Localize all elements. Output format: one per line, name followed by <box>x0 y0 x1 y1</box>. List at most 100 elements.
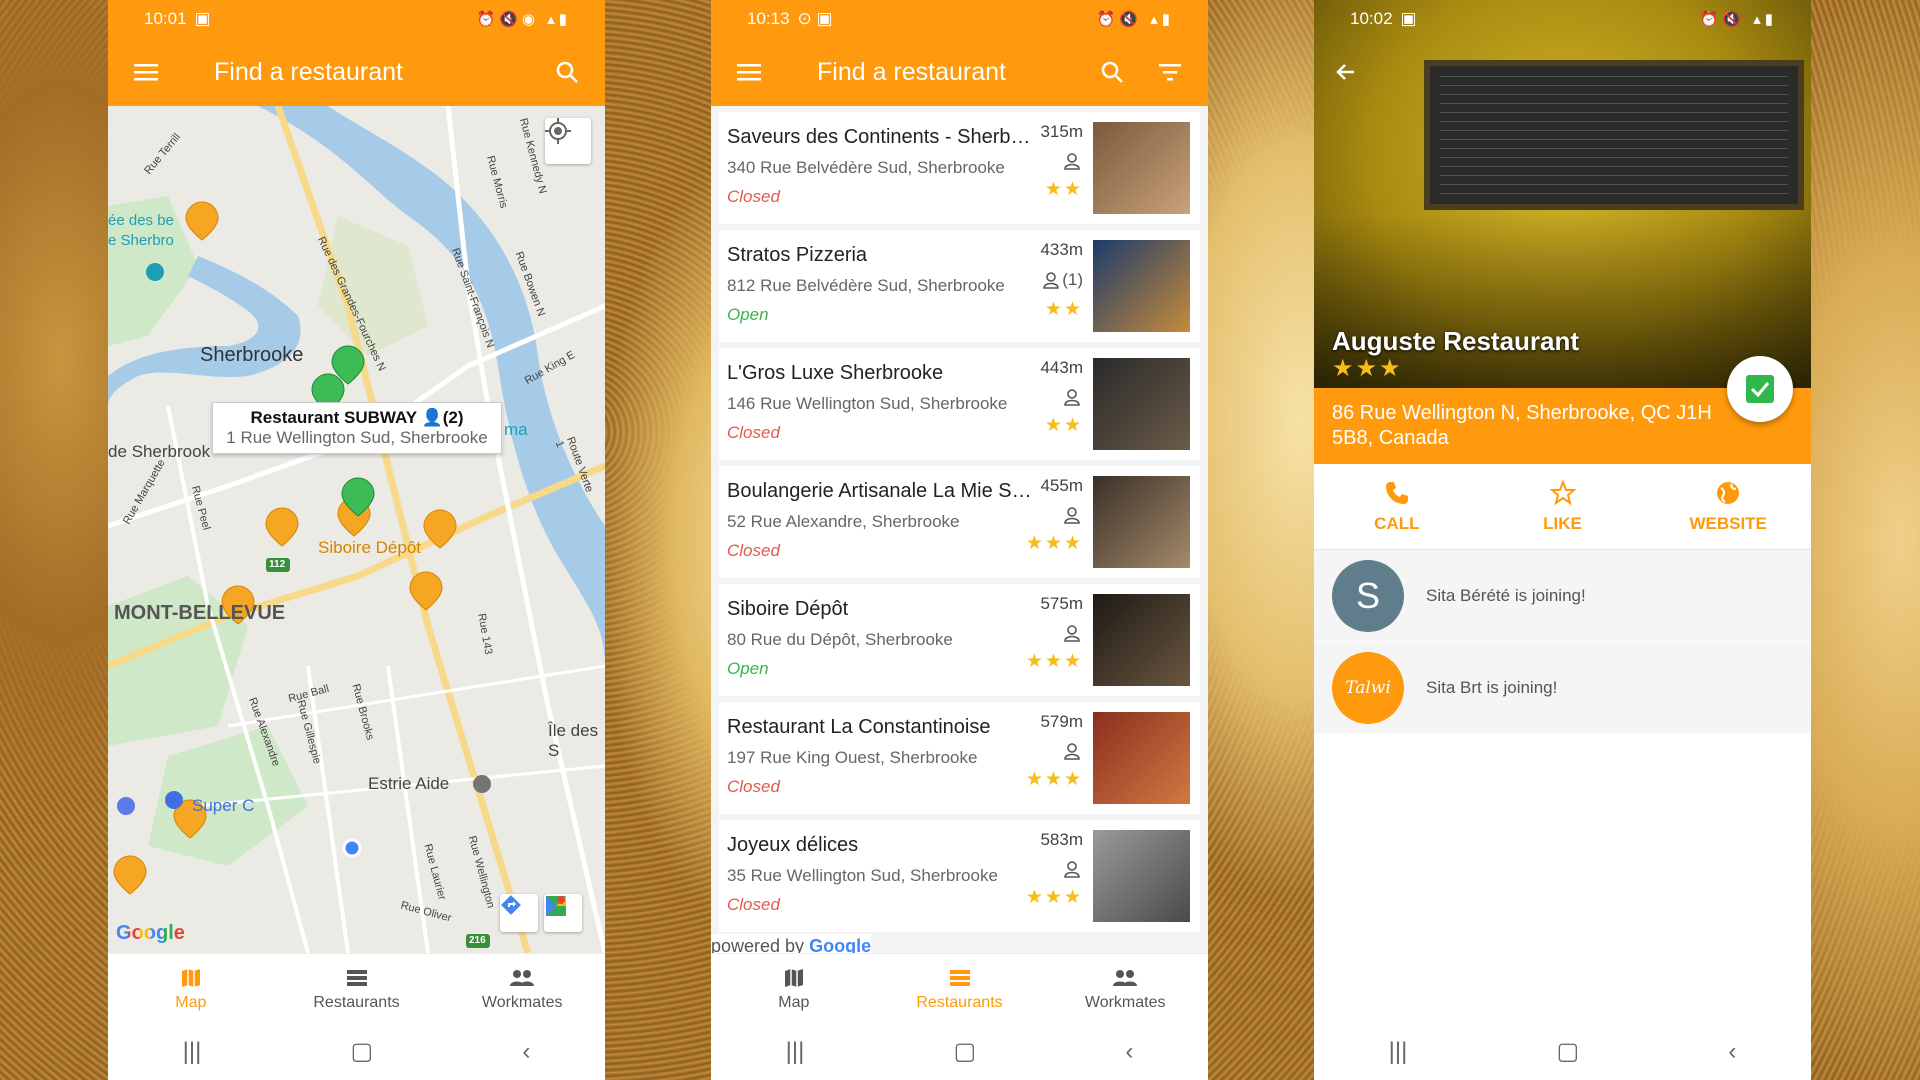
recents-icon[interactable]: ||| <box>786 1038 805 1066</box>
distance: 575m <box>1040 594 1083 613</box>
map-label-ee-des: ée des be <box>108 212 174 229</box>
system-navigation: ||| ▢ ‹ <box>1314 1023 1811 1080</box>
restaurant-row[interactable]: Siboire Dépôt 80 Rue du Dépôt, Sherbrook… <box>719 584 1200 696</box>
distance: 443m <box>1040 358 1083 377</box>
menu-icon[interactable] <box>126 52 166 92</box>
bottom-navigation: Map Restaurants Workmates <box>711 953 1208 1023</box>
rating-stars: ★★ <box>1044 299 1083 320</box>
nav-workmates[interactable]: Workmates <box>1042 954 1208 1023</box>
list-item: Talwi Sita Brt is joining! <box>1314 642 1811 734</box>
directions-button[interactable] <box>500 894 538 932</box>
distance: 579m <box>1040 712 1083 731</box>
list-icon <box>949 969 970 986</box>
map-label-sherbrooke: Sherbrooke <box>200 344 304 366</box>
phone-detail-screen: 10:02 ▣ ⏰🔇 ▴▮ Auguste Restaurant ★★★ 86 R… <box>1314 0 1811 1080</box>
opening-status: Open <box>727 305 769 324</box>
status-bar: 10:01 ▣ ⏰🔇◉ ▴▮ <box>108 0 605 38</box>
join-restaurant-button[interactable] <box>1727 356 1793 422</box>
restaurant-photo: 10:02 ▣ ⏰🔇 ▴▮ Auguste Restaurant ★★★ <box>1314 0 1811 388</box>
restaurant-address: 146 Rue Wellington Sud, Sherbrooke <box>727 394 1008 413</box>
joining-text: Sita Brt is joining! <box>1426 677 1558 697</box>
restaurant-row[interactable]: Stratos Pizzeria 812 Rue Belvédère Sud, … <box>719 230 1200 342</box>
map-view[interactable]: Sherbrooke MONT-BELLEVUE Siboire Dépôt E… <box>108 106 605 953</box>
like-button[interactable]: LIKE <box>1480 464 1646 549</box>
restaurant-name: Stratos Pizzeria <box>727 244 868 266</box>
menu-icon[interactable] <box>729 52 769 92</box>
restaurant-row[interactable]: L'Gros Luxe Sherbrooke 146 Rue Wellingto… <box>719 348 1200 460</box>
restaurant-address: 812 Rue Belvédère Sud, Sherbrooke <box>727 276 1005 295</box>
info-restaurant-name: Restaurant SUBWAY <box>250 408 417 427</box>
recents-icon[interactable]: ||| <box>1389 1038 1408 1066</box>
restaurant-row[interactable]: Saveurs des Continents - Sherbrooke 340 … <box>719 112 1200 224</box>
open-maps-button[interactable] <box>544 894 582 932</box>
restaurant-photo <box>1093 594 1190 686</box>
avatar: Talwi <box>1332 651 1404 724</box>
nav-restaurants-label: Restaurants <box>916 993 1003 1011</box>
home-icon[interactable]: ▢ <box>351 1037 374 1066</box>
opening-status: Open <box>727 659 769 678</box>
website-label: WEBSITE <box>1689 513 1767 533</box>
workmates-count <box>1063 152 1083 170</box>
nav-map-label: Map <box>778 993 810 1011</box>
recents-icon[interactable]: ||| <box>183 1038 202 1066</box>
home-icon[interactable]: ▢ <box>1557 1037 1580 1066</box>
restaurant-row[interactable]: Boulangerie Artisanale La Mie Sherbrooke… <box>719 466 1200 578</box>
restaurant-row[interactable]: Restaurant La Constantinoise 197 Rue Kin… <box>719 702 1200 814</box>
back-arrow-icon[interactable] <box>1326 52 1366 92</box>
workmates-count <box>1063 506 1083 524</box>
restaurant-name: L'Gros Luxe Sherbrooke <box>727 362 944 384</box>
restaurant-address: 80 Rue du Dépôt, Sherbrooke <box>727 630 953 649</box>
home-icon[interactable]: ▢ <box>954 1037 977 1066</box>
restaurant-meta: 455m ★★★ <box>1023 476 1083 568</box>
check-box-icon <box>1746 375 1774 403</box>
nav-workmates[interactable]: Workmates <box>439 954 605 1023</box>
restaurant-photo <box>1093 358 1190 450</box>
crosshair-icon <box>545 118 571 144</box>
back-icon[interactable]: ‹ <box>1125 1038 1133 1066</box>
app-title: Find a restaurant <box>817 57 1006 86</box>
restaurant-row[interactable]: Joyeux délices 35 Rue Wellington Sud, Sh… <box>719 820 1200 932</box>
status-bar: 10:02 ▣ ⏰🔇 ▴▮ <box>1314 0 1811 38</box>
restaurant-name: Saveurs des Continents - Sherbrooke <box>727 126 1032 148</box>
workmates-count <box>1063 624 1083 642</box>
map-label-ile: Île des S <box>548 721 599 760</box>
my-location-button[interactable] <box>545 118 591 164</box>
back-icon[interactable]: ‹ <box>522 1038 530 1066</box>
restaurant-meta: 575m ★★★ <box>1023 594 1083 686</box>
nav-restaurants[interactable]: Restaurants <box>877 954 1043 1023</box>
status-time: 10:13 <box>747 9 790 28</box>
search-icon[interactable] <box>1092 52 1132 92</box>
rating-stars: ★★ <box>1044 179 1083 200</box>
restaurant-name: Auguste Restaurant <box>1332 326 1580 356</box>
person-outline-icon <box>1064 861 1080 878</box>
list-item: S Sita Bérété is joining! <box>1314 550 1811 642</box>
rating-stars: ★★ <box>1044 415 1083 436</box>
gallery-icon: ⊙ ▣ <box>797 9 833 28</box>
call-button[interactable]: CALL <box>1314 464 1480 549</box>
search-icon[interactable] <box>547 52 587 92</box>
marker-info-window[interactable]: Restaurant SUBWAY 👤(2) 1 Rue Wellington … <box>212 402 502 454</box>
restaurant-name: Restaurant La Constantinoise <box>727 716 991 738</box>
nav-map[interactable]: Map <box>108 954 274 1023</box>
rating-stars: ★★★ <box>1025 533 1083 554</box>
map-label-shield-216: 216 <box>469 935 486 946</box>
like-label: LIKE <box>1543 513 1582 533</box>
opening-status: Closed <box>727 777 780 796</box>
status-icons: ⏰🔇 ▴▮ <box>1096 11 1174 28</box>
nav-restaurants[interactable]: Restaurants <box>274 954 440 1023</box>
phone-list-screen: 10:13 ⊙ ▣ ⏰🔇 ▴▮ Find a restaurant Saveurs… <box>711 0 1208 1080</box>
nav-map[interactable]: Map <box>711 954 877 1023</box>
restaurant-photo <box>1093 122 1190 214</box>
person-outline-icon <box>1064 153 1080 170</box>
status-icons: ⏰🔇◉ ▴▮ <box>476 11 571 28</box>
back-icon[interactable]: ‹ <box>1728 1038 1736 1066</box>
restaurant-list[interactable]: Saveurs des Continents - Sherbrooke 340 … <box>711 106 1208 953</box>
website-button[interactable]: WEBSITE <box>1645 464 1811 549</box>
status-time: 10:01 <box>144 9 187 28</box>
workmates-count <box>1063 742 1083 760</box>
nav-restaurants-label: Restaurants <box>313 993 400 1011</box>
person-outline-icon <box>1043 272 1060 289</box>
gallery-icon: ▣ <box>1400 9 1417 28</box>
filter-icon[interactable] <box>1150 52 1190 92</box>
restaurant-address: 35 Rue Wellington Sud, Sherbrooke <box>727 866 998 885</box>
